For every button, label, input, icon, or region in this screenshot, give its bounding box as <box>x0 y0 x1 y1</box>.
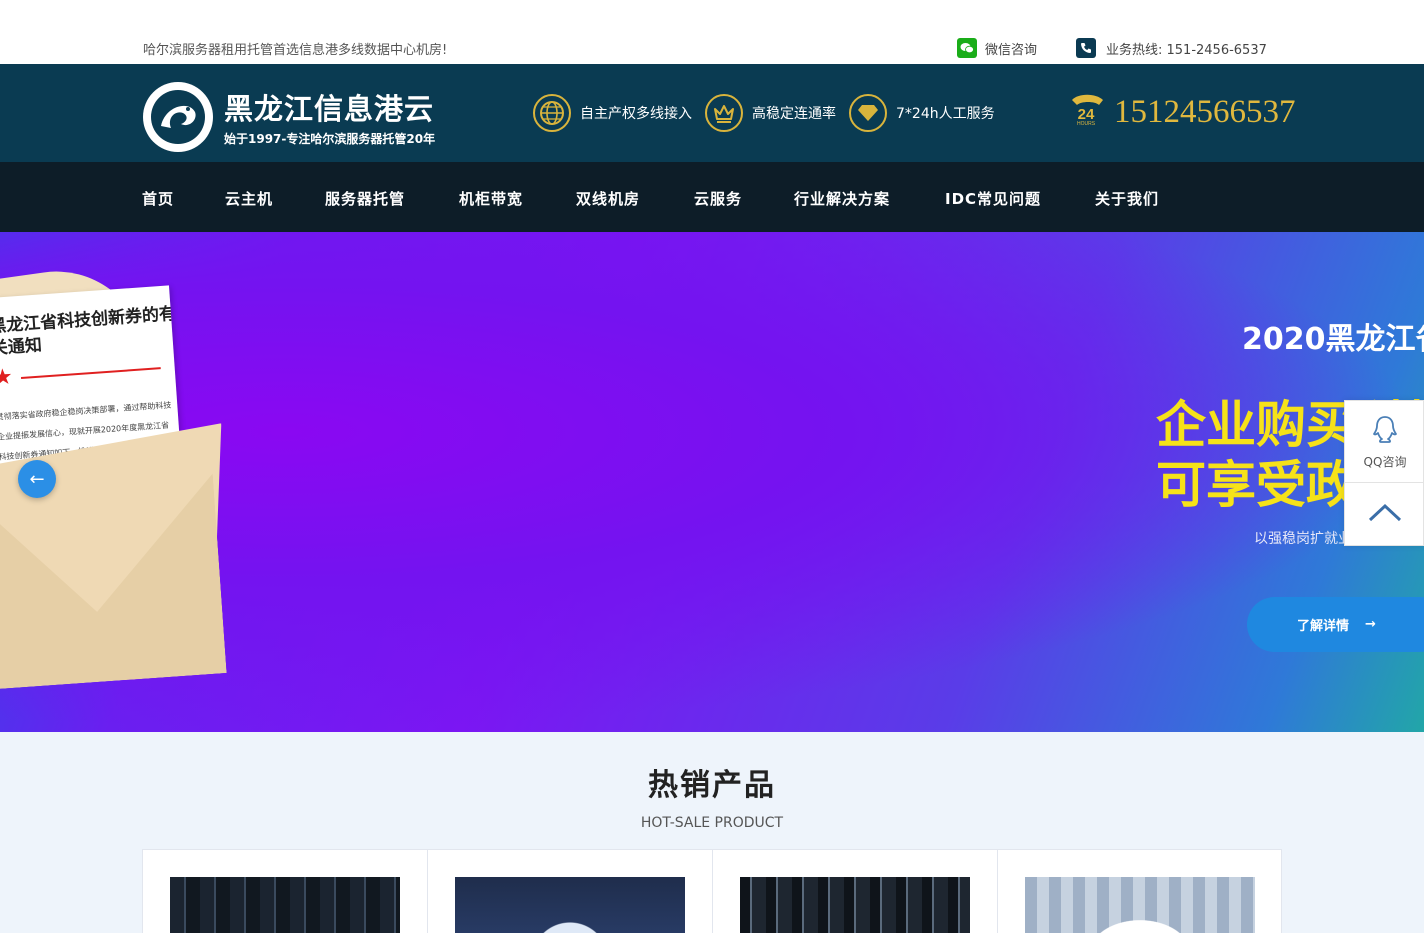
feature-label: 自主产权多线接入 <box>580 106 692 122</box>
learn-more-label: 了解详情 <box>1297 619 1350 634</box>
globe-icon <box>533 94 571 132</box>
qq-icon <box>1370 414 1400 449</box>
nav-item-solutions[interactable]: 行业解决方案 <box>794 188 890 209</box>
top-slogan: 哈尔滨服务器租用托管首选信息港多线数据中心机房! <box>143 43 448 58</box>
cloud-network-image <box>455 877 685 933</box>
cloud-server-image <box>1025 877 1255 933</box>
top-bar: 哈尔滨服务器租用托管首选信息港多线数据中心机房! 微信咨询 业务热线: 151-… <box>0 0 1424 64</box>
logo-icon[interactable] <box>143 82 213 152</box>
hotline: 业务热线: 151-2456-6537 <box>1076 38 1267 58</box>
page: 哈尔滨服务器租用托管首选信息港多线数据中心机房! 微信咨询 业务热线: 151-… <box>0 0 1424 933</box>
logo-title: 黑龙江信息港云 <box>224 92 435 126</box>
datacenter-image <box>740 877 970 933</box>
chevron-up-icon <box>1368 502 1402 526</box>
nav-item-home[interactable]: 首页 <box>142 188 174 209</box>
phone-badge-hours: HOURS <box>1077 121 1096 127</box>
letter-title: 黑龙江省科技创新券的有关通知 <box>0 304 177 359</box>
nav-item-about[interactable]: 关于我们 <box>1095 188 1159 209</box>
feature-label: 7*24h人工服务 <box>896 106 995 122</box>
nav-item-hosting[interactable]: 服务器托管 <box>325 188 405 209</box>
24h-phone-icon: 24 HOURS <box>1068 92 1108 132</box>
wechat-label: 微信咨询 <box>985 42 1038 58</box>
product-card[interactable] <box>428 850 713 933</box>
header-phone[interactable]: 24 HOURS 15124566537 <box>1068 92 1296 132</box>
arrow-left-icon: ← <box>29 468 45 490</box>
product-cards <box>142 849 1282 933</box>
main-nav: 首页 云主机 服务器托管 机柜带宽 双线机房 云服务 行业解决方案 IDC常见问… <box>0 162 1424 232</box>
hero-banner[interactable]: 黑龙江省科技创新券的有关通知 ★ 贯彻落实省政府稳企稳岗决策部署，通过帮助科技企… <box>0 232 1424 732</box>
feature-multiline: 自主产权多线接入 <box>533 94 692 132</box>
section-title: 热销产品 <box>648 768 776 803</box>
qq-consult-button[interactable]: QQ咨询 <box>1345 401 1424 483</box>
prev-slide-button[interactable]: ← <box>18 460 56 498</box>
logo-subtitle: 始于1997-专注哈尔滨服务器托管20年 <box>224 132 436 146</box>
wechat-icon <box>957 38 977 58</box>
product-card[interactable] <box>998 850 1283 933</box>
wechat-consult-link[interactable]: 微信咨询 <box>957 38 1037 58</box>
phone-number: 15124566537 <box>1114 93 1296 130</box>
letter-divider <box>20 367 161 379</box>
nav-item-cloud-service[interactable]: 云服务 <box>694 188 742 209</box>
nav-item-cloud-host[interactable]: 云主机 <box>225 188 273 209</box>
diamond-icon <box>849 94 887 132</box>
nav-item-idc-faq[interactable]: IDC常见问题 <box>945 188 1041 209</box>
nav-item-rack-bandwidth[interactable]: 机柜带宽 <box>459 188 523 209</box>
server-rack-image <box>170 877 400 933</box>
star-icon: ★ <box>0 364 14 391</box>
hotline-label: 业务热线: 151-2456-6537 <box>1106 42 1267 58</box>
phone-icon <box>1076 38 1096 58</box>
learn-more-button[interactable]: 了解详情 → <box>1247 597 1424 652</box>
back-to-top-button[interactable] <box>1345 483 1424 545</box>
qq-label: QQ咨询 <box>1363 454 1407 469</box>
product-card[interactable] <box>143 850 428 933</box>
feature-stability: 高稳定连通率 <box>705 94 836 132</box>
product-card[interactable] <box>713 850 998 933</box>
feature-service: 7*24h人工服务 <box>849 94 995 132</box>
arrow-right-icon: → <box>1365 617 1376 632</box>
nav-item-dual-line[interactable]: 双线机房 <box>576 188 640 209</box>
banner-year-line: 2020黑龙江省 <box>1242 322 1424 357</box>
feature-label: 高稳定连通率 <box>752 106 836 122</box>
floating-service-panel: QQ咨询 <box>1344 400 1424 546</box>
section-subtitle: HOT-SALE PRODUCT <box>640 815 784 831</box>
crown-icon <box>705 94 743 132</box>
